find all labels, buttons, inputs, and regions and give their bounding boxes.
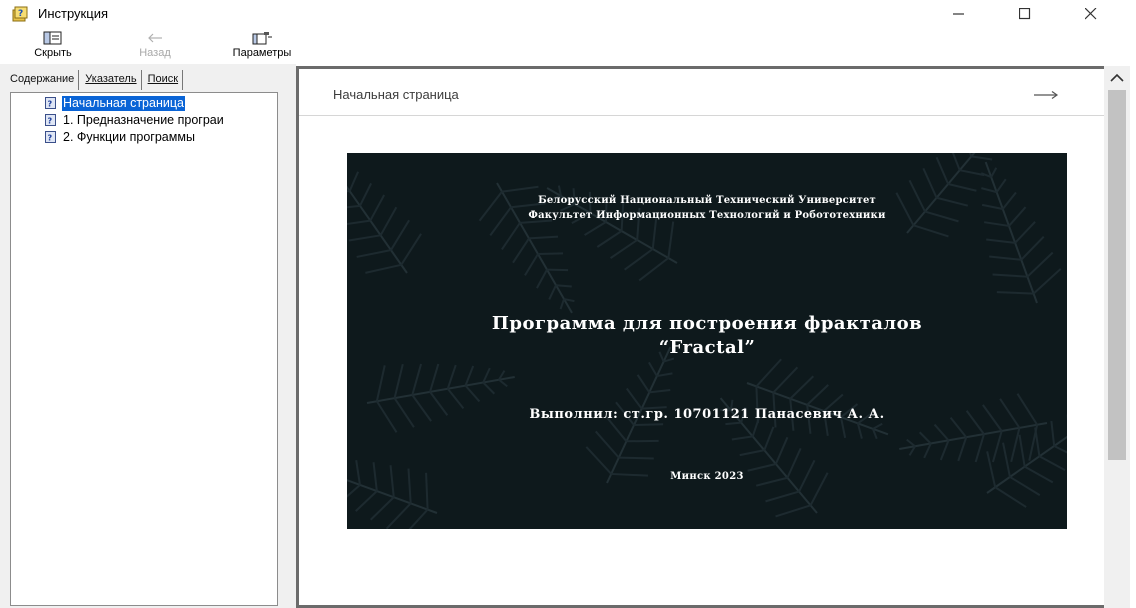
page-title: Начальная страница <box>333 87 459 102</box>
hide-pane-icon <box>41 30 65 46</box>
tree-item-functions[interactable]: ? 2. Функции программы <box>45 129 196 145</box>
hide-button-label: Скрыть <box>34 47 72 59</box>
program-title: Программа для построения фракталов <box>491 313 923 334</box>
chevron-up-icon <box>1110 73 1124 82</box>
vertical-scrollbar[interactable] <box>1104 66 1130 608</box>
close-button[interactable] <box>1068 0 1114 28</box>
pane-splitter[interactable] <box>286 64 296 608</box>
svg-text:?: ? <box>48 116 53 125</box>
back-button-label: Назад <box>139 47 171 59</box>
help-window: ? Инструкция Скрыть Назад Параметры Соде… <box>0 0 1136 608</box>
help-page-icon: ? <box>45 113 57 127</box>
navigation-pane: Содержание Указатель Поиск ? Начальная с… <box>0 64 286 608</box>
faculty-name: Факультет Информационных Технологий и Ро… <box>528 210 886 221</box>
author-line: Выполнил: ст.гр. 10701121 Панасевич А. А… <box>529 407 885 422</box>
scroll-up-button[interactable] <box>1104 66 1130 88</box>
scroll-thumb[interactable] <box>1108 90 1126 460</box>
tab-search[interactable]: Поиск <box>144 70 184 90</box>
maximize-button[interactable] <box>1002 0 1048 28</box>
contents-tree[interactable]: ? Начальная страница ? 1. Предназначение… <box>10 92 278 606</box>
tree-item-home[interactable]: ? Начальная страница <box>45 95 185 111</box>
toolbar: Скрыть Назад Параметры <box>0 28 1136 62</box>
help-page-icon: ? <box>45 130 57 144</box>
options-button[interactable]: Параметры <box>214 30 310 62</box>
window-edge <box>1130 66 1136 608</box>
svg-text:?: ? <box>48 99 53 108</box>
options-icon <box>250 30 274 46</box>
minimize-button[interactable] <box>936 0 982 28</box>
title-slide-image: Белорусский Национальный Технический Уни… <box>347 153 1067 529</box>
window-title: Инструкция <box>38 6 108 21</box>
city-year: Минск 2023 <box>670 471 744 482</box>
university-name: Белорусский Национальный Технический Уни… <box>538 195 876 206</box>
arrow-right-icon[interactable] <box>1033 89 1059 103</box>
tab-index[interactable]: Указатель <box>81 70 142 90</box>
tree-item-label: Начальная страница <box>62 95 185 111</box>
nav-tabs: Содержание Указатель Поиск <box>6 70 185 90</box>
content-header: Начальная страница <box>299 69 1104 116</box>
back-button[interactable]: Назад <box>124 30 186 62</box>
help-app-icon: ? <box>12 6 30 22</box>
arrow-left-icon <box>143 30 167 46</box>
tree-item-label: 1. Предназначение прогрaи <box>63 112 224 127</box>
options-button-label: Параметры <box>232 47 292 59</box>
content-pane: Начальная страница Белорусский Националь… <box>296 66 1104 608</box>
tab-contents[interactable]: Содержание <box>6 70 80 90</box>
svg-text:?: ? <box>48 133 53 142</box>
tree-item-label: 2. Функции программы <box>63 129 195 144</box>
program-name: “Fractal” <box>658 337 756 358</box>
svg-text:?: ? <box>18 9 23 19</box>
tree-item-purpose[interactable]: ? 1. Предназначение прогрaи <box>45 112 225 128</box>
hide-button[interactable]: Скрыть <box>22 30 84 62</box>
help-page-icon: ? <box>45 96 57 110</box>
title-bar: ? Инструкция <box>0 0 1136 28</box>
